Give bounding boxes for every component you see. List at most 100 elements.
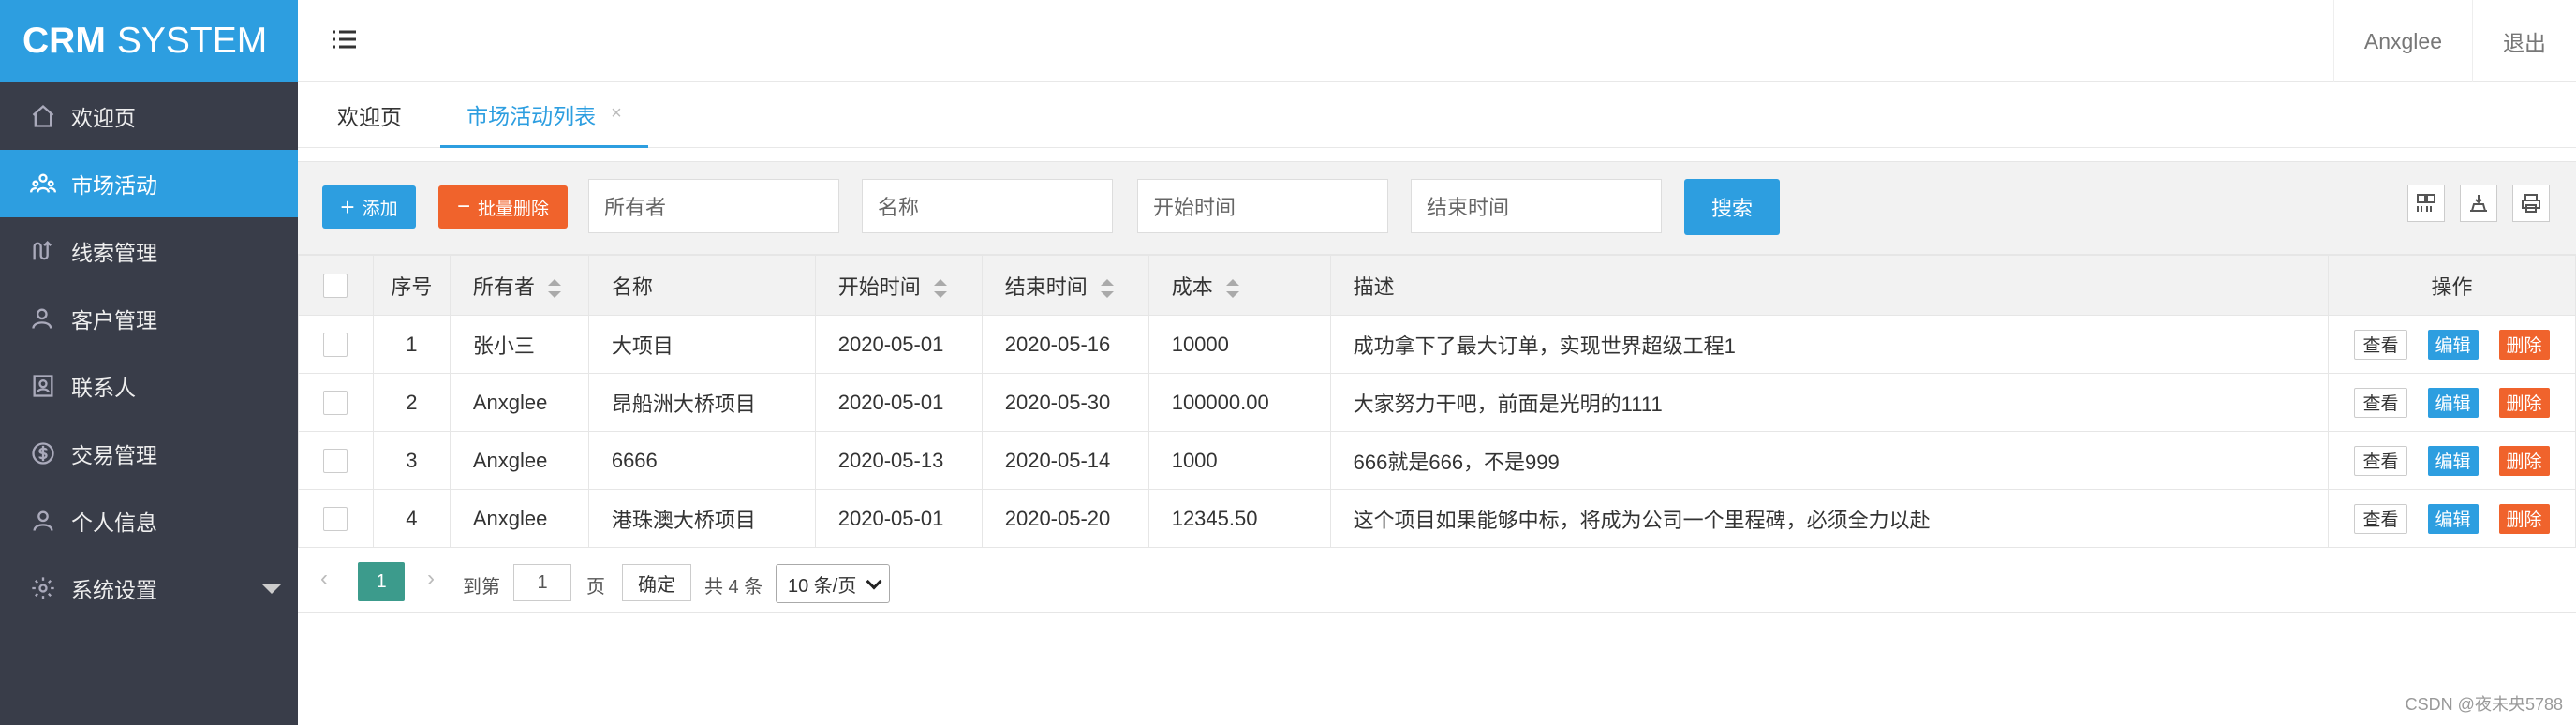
row-name: 港珠澳大桥项目 xyxy=(587,489,816,548)
row-end: 2020-05-14 xyxy=(981,431,1149,490)
print-icon[interactable] xyxy=(2512,185,2550,222)
logout-link[interactable]: 退出 xyxy=(2472,0,2576,82)
sidebar-item-deals[interactable]: 交易管理 xyxy=(0,420,298,487)
delete-button[interactable]: 删除 xyxy=(2498,503,2550,534)
path-icon xyxy=(28,236,58,266)
users-icon xyxy=(28,169,58,199)
row-actions: 查看 编辑 删除 xyxy=(2328,489,2576,548)
row-start: 2020-05-01 xyxy=(814,373,983,432)
home-icon xyxy=(28,101,58,131)
watermark: CSDN @夜未央5788 xyxy=(2405,695,2563,714)
view-button[interactable]: 查看 xyxy=(2354,445,2407,476)
select-all-checkbox[interactable] xyxy=(323,274,348,299)
sort-icon[interactable] xyxy=(1225,278,1239,298)
columns-filter-icon[interactable] xyxy=(2407,185,2445,222)
tab-bar: 欢迎页 市场活动列表 × xyxy=(298,82,2576,148)
sort-icon[interactable] xyxy=(547,278,561,298)
pagination: ‹ 1 › 到第 1 页 确定 共 4 条 10 条/页 xyxy=(298,551,2576,613)
close-icon[interactable]: × xyxy=(611,103,622,125)
col-end-label: 结束时间 xyxy=(1004,274,1088,299)
row-index: 1 xyxy=(372,315,451,374)
edit-button[interactable]: 编辑 xyxy=(2427,503,2479,534)
edit-button[interactable]: 编辑 xyxy=(2427,445,2479,476)
goto-page-input[interactable]: 1 xyxy=(513,564,571,601)
start-time-input[interactable]: 开始时间 xyxy=(1137,179,1388,233)
row-cost: 10000 xyxy=(1147,315,1331,374)
row-end: 2020-05-16 xyxy=(981,315,1149,374)
row-index: 4 xyxy=(372,489,451,548)
row-checkbox[interactable] xyxy=(323,333,348,358)
col-start[interactable]: 开始时间 xyxy=(814,255,983,316)
confirm-button[interactable]: 确定 xyxy=(622,564,691,601)
row-start: 2020-05-01 xyxy=(814,315,983,374)
sidebar-item-settings[interactable]: 系统设置 xyxy=(0,555,298,622)
row-name: 6666 xyxy=(587,431,816,490)
person-icon xyxy=(28,506,58,536)
per-page-select[interactable]: 10 条/页 xyxy=(776,564,890,603)
row-checkbox[interactable] xyxy=(323,449,348,474)
row-desc: 这个项目如果能够中标，将成为公司一个里程碑，必须全力以赴 xyxy=(1329,489,2330,548)
delete-button[interactable]: 删除 xyxy=(2498,329,2550,360)
row-checkbox[interactable] xyxy=(323,391,348,416)
row-owner: Anxglee xyxy=(449,373,589,432)
owner-input[interactable]: 所有者 xyxy=(588,179,839,233)
view-button[interactable]: 查看 xyxy=(2354,329,2407,360)
row-desc: 大家努力干吧，前面是光明的1111 xyxy=(1329,373,2330,432)
delete-button[interactable]: 删除 xyxy=(2498,445,2550,476)
tab-market-list[interactable]: 市场活动列表 × xyxy=(440,82,648,148)
contact-card-icon xyxy=(28,371,58,401)
name-input[interactable]: 名称 xyxy=(862,179,1113,233)
tab-welcome[interactable]: 欢迎页 xyxy=(337,82,402,148)
bulk-delete-label: 批量删除 xyxy=(478,199,550,219)
col-owner[interactable]: 所有者 xyxy=(449,255,589,316)
col-end[interactable]: 结束时间 xyxy=(981,255,1149,316)
sidebar-item-contacts[interactable]: 联系人 xyxy=(0,352,298,420)
row-actions: 查看 编辑 删除 xyxy=(2328,315,2576,374)
row-checkbox-cell xyxy=(298,489,374,548)
page-1-button[interactable]: 1 xyxy=(358,562,405,601)
add-label: 添加 xyxy=(362,199,398,219)
prev-page-icon[interactable]: ‹ xyxy=(320,566,328,592)
end-time-input[interactable]: 结束时间 xyxy=(1411,179,1662,233)
sidebar-item-label: 欢迎页 xyxy=(71,106,136,130)
edit-button[interactable]: 编辑 xyxy=(2427,387,2479,418)
sidebar-item-market[interactable]: 市场活动 xyxy=(0,150,298,217)
view-button[interactable]: 查看 xyxy=(2354,387,2407,418)
col-desc: 描述 xyxy=(1329,255,2330,316)
col-cost[interactable]: 成本 xyxy=(1147,255,1331,316)
sidebar-item-clues[interactable]: 线索管理 xyxy=(0,217,298,285)
row-checkbox-cell xyxy=(298,315,374,374)
gear-icon xyxy=(28,573,58,603)
view-button[interactable]: 查看 xyxy=(2354,503,2407,534)
bulk-delete-button[interactable]: − 批量删除 xyxy=(438,185,568,229)
export-icon[interactable] xyxy=(2460,185,2497,222)
row-index: 2 xyxy=(372,373,451,432)
sidebar-item-customers[interactable]: 客户管理 xyxy=(0,285,298,352)
chevron-down-icon xyxy=(866,573,882,590)
logo-rest: SYSTEM xyxy=(116,21,268,61)
edit-button[interactable]: 编辑 xyxy=(2427,329,2479,360)
per-page-value: 10 条/页 xyxy=(788,575,857,597)
row-checkbox-cell xyxy=(298,373,374,432)
user-name[interactable]: Anxglee xyxy=(2332,0,2472,82)
delete-button[interactable]: 删除 xyxy=(2498,387,2550,418)
row-checkbox[interactable] xyxy=(323,507,348,532)
sort-icon[interactable] xyxy=(933,278,947,298)
activity-table: 序号 所有者 名称 开始时间 结束时间 成本 描述 操作 1 张小三 大项目 2020… xyxy=(298,255,2576,548)
next-page-icon[interactable]: › xyxy=(427,566,435,592)
search-button[interactable]: 搜索 xyxy=(1684,179,1780,235)
menu-toggle-icon[interactable] xyxy=(330,24,360,54)
sidebar-item-welcome[interactable]: 欢迎页 xyxy=(0,82,298,150)
sidebar-item-label: 系统设置 xyxy=(71,578,157,602)
sidebar-item-label: 线索管理 xyxy=(71,241,157,265)
table-row: 1 张小三 大项目 2020-05-01 2020-05-16 10000 成功拿下了最大订… xyxy=(298,315,2576,374)
tab-label: 市场活动列表 xyxy=(466,103,597,128)
row-desc: 成功拿下了最大订单，实现世界超级工程1 xyxy=(1329,315,2330,374)
minus-icon: − xyxy=(456,194,470,219)
sort-icon[interactable] xyxy=(1100,278,1114,298)
table-row: 2 Anxglee 昂船洲大桥项目 2020-05-01 2020-05-30 10000… xyxy=(298,373,2576,432)
sidebar-item-label: 市场活动 xyxy=(71,173,157,198)
sidebar-item-profile[interactable]: 个人信息 xyxy=(0,487,298,555)
add-button[interactable]: + 添加 xyxy=(322,185,416,229)
sidebar-item-label: 交易管理 xyxy=(71,443,157,467)
